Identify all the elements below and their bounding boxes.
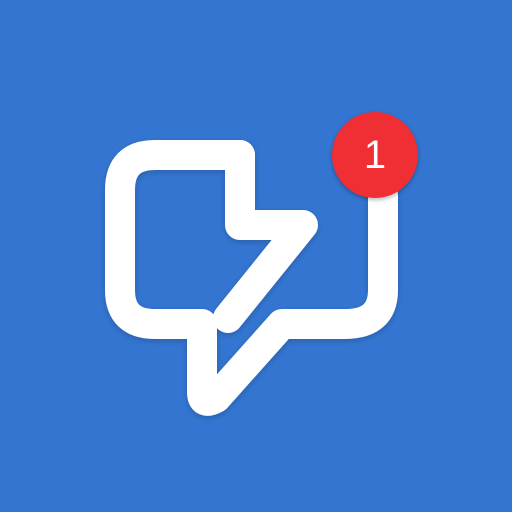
message-bolt-icon <box>105 140 398 416</box>
notification-count: 1 <box>363 133 387 177</box>
notification-badge: 1 <box>332 112 418 198</box>
app-icon[interactable]: 1 <box>0 0 512 512</box>
